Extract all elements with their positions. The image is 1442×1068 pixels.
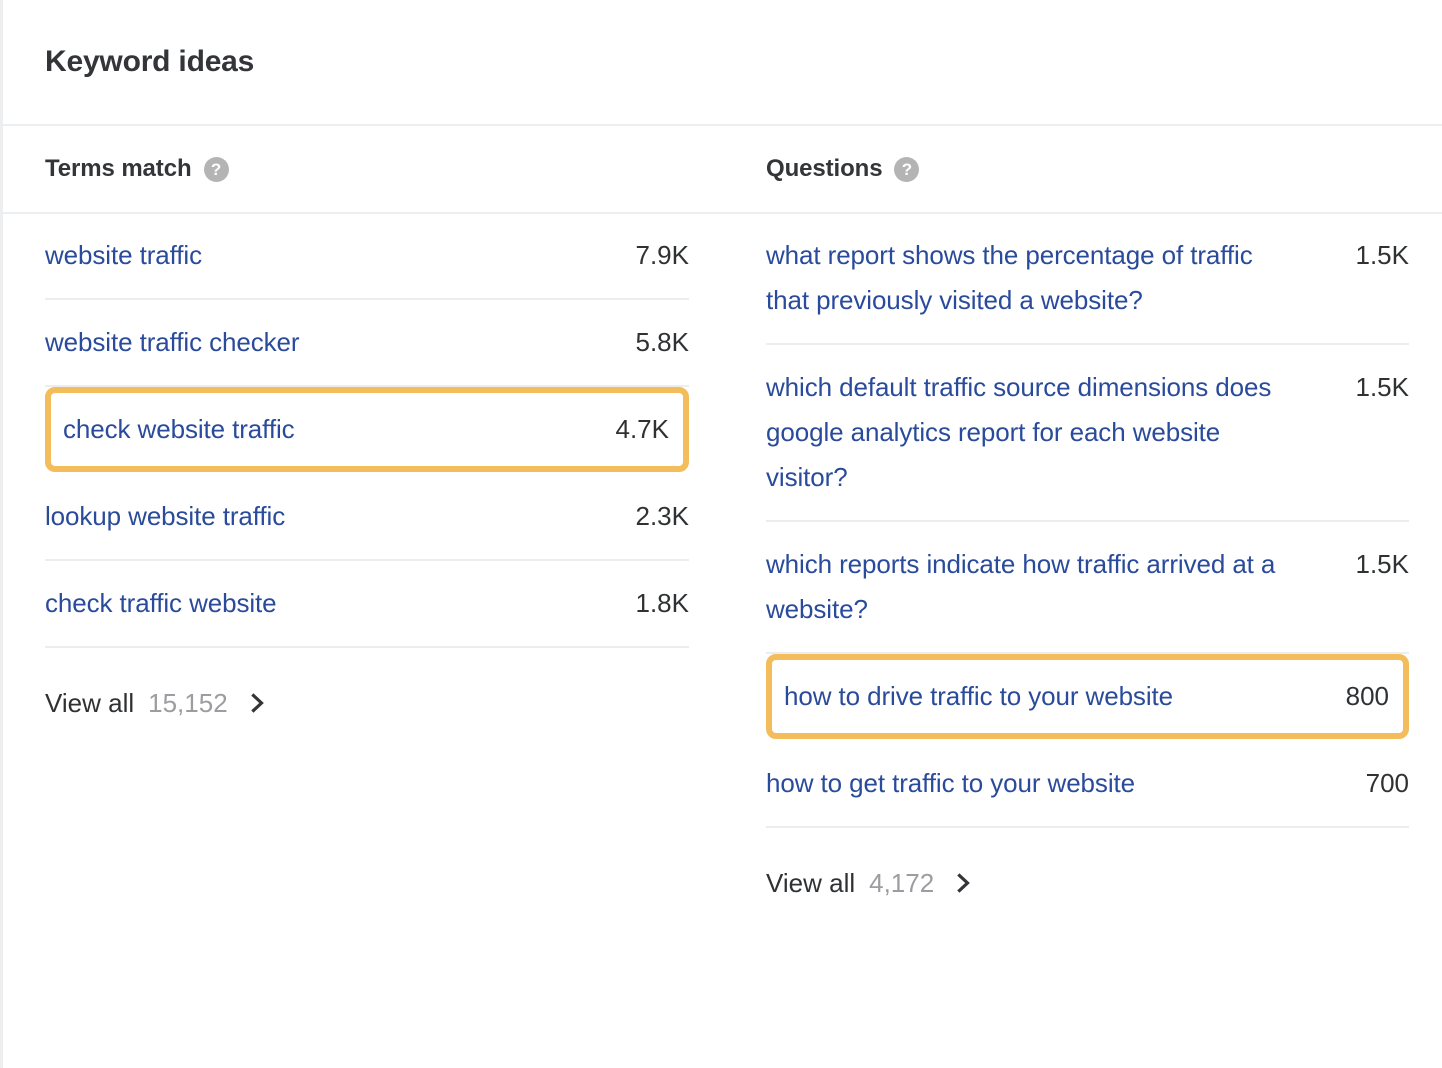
keyword-link[interactable]: how to get traffic to your website [766,761,1135,806]
keyword-link[interactable]: check traffic website [45,581,277,626]
questions-header: Questions ? [766,126,1409,212]
keyword-volume: 1.5K [1355,240,1410,270]
keyword-volume: 800 [1345,680,1389,711]
keyword-columns: Terms match ? website traffic 7.9K websi… [3,126,1442,899]
table-row[interactable]: lookup website traffic 2.3K [45,474,689,561]
keyword-volume: 1.5K [1355,548,1410,579]
keyword-volume: 5.8K [635,326,690,357]
keyword-link[interactable]: how to drive traffic to your website [784,674,1173,719]
table-row-highlighted[interactable]: check website traffic 4.7K [45,386,689,474]
questions-column: Questions ? what report shows the percen… [724,126,1442,899]
keyword-link[interactable]: which default traffic source dimensions … [766,365,1296,500]
view-all-terms-match-button[interactable]: View all 15,152 [45,648,689,719]
table-row[interactable]: website traffic 7.9K [45,213,689,300]
terms-match-header: Terms match ? [45,126,689,212]
view-all-label: View all [766,867,856,898]
table-row[interactable]: what report shows the percentage of traf… [766,213,1409,345]
keyword-ideas-card: Keyword ideas Terms match ? website traf… [0,0,1442,1068]
highlight-box: how to drive traffic to your website 800 [766,653,1409,739]
terms-match-column: Terms match ? website traffic 7.9K websi… [3,126,724,899]
keyword-link[interactable]: website traffic [45,233,202,278]
keyword-link[interactable]: check website traffic [63,407,295,452]
table-row[interactable]: which reports indicate how traffic arriv… [766,522,1409,654]
questions-rows: what report shows the percentage of traf… [766,212,1409,828]
highlight-box: check website traffic 4.7K [45,386,689,472]
table-row[interactable]: how to get traffic to your website 700 [766,741,1409,828]
view-all-label: View all [45,687,135,718]
view-all-count: 4,172 [869,867,935,898]
table-row[interactable]: website traffic checker 5.8K [45,300,689,387]
help-circle-icon[interactable]: ? [894,156,920,182]
table-row-highlighted[interactable]: how to drive traffic to your website 800 [766,653,1409,741]
keyword-link[interactable]: what report shows the percentage of traf… [766,233,1296,323]
keyword-link[interactable]: website traffic checker [45,320,300,365]
chevron-right-icon [954,873,974,893]
keyword-volume: 1.8K [635,587,690,618]
keyword-volume: 4.7K [615,413,670,444]
help-circle-icon[interactable]: ? [203,156,229,182]
table-row[interactable]: which default traffic source dimensions … [766,345,1409,522]
view-all-count: 15,152 [148,687,228,718]
keyword-volume: 700 [1365,767,1409,798]
keyword-volume: 2.3K [635,500,690,531]
table-row[interactable]: check traffic website 1.8K [45,561,689,648]
questions-title: Questions [766,155,883,182]
keyword-link[interactable]: which reports indicate how traffic arriv… [766,542,1296,632]
keyword-volume: 7.9K [635,240,690,270]
keyword-link[interactable]: lookup website traffic [45,494,285,539]
view-all-questions-button[interactable]: View all 4,172 [766,828,1409,899]
page-title: Keyword ideas [45,45,255,78]
keyword-volume: 1.5K [1355,371,1410,402]
chevron-right-icon [248,693,268,714]
card-header: Keyword ideas [3,0,1442,126]
terms-match-title: Terms match [45,155,192,182]
terms-match-rows: website traffic 7.9K website traffic che… [45,212,689,648]
